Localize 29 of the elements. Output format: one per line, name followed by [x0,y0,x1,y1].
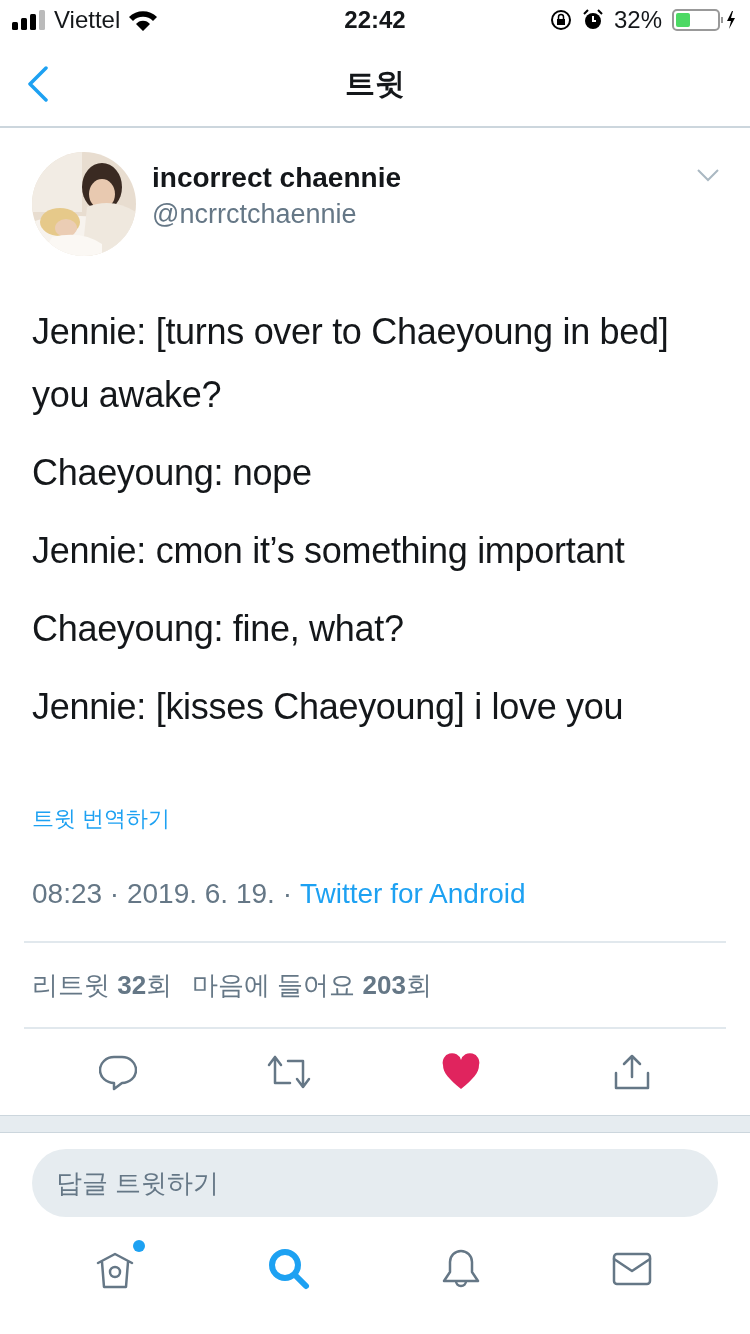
back-icon[interactable] [26,66,50,102]
source-link[interactable]: Twitter for Android [299,873,526,915]
tweet-text: Chaeyoung: nope [32,451,313,495]
wifi-icon [128,9,159,31]
heart-icon[interactable] [440,1053,481,1091]
carrier-name: Viettel [54,5,121,35]
user-handle[interactable]: @ncrrctchaennie [152,196,401,232]
signal-icon [12,10,46,30]
status-time: 22:42 [344,5,406,35]
tweet-text: Jennie: [turns over to Chaeyoung in bed] you awake? [32,310,670,417]
screen-title: 트윗 [345,65,405,102]
rotation-lock-icon [549,9,572,31]
translate-link[interactable]: 트윗 번역하기 [32,802,171,835]
retweet-icon[interactable] [266,1053,313,1091]
tweet-text: Jennie: [kisses Chaeyoung] i love you [32,685,625,729]
battery-percent: 32% [613,5,662,35]
reply-field[interactable]: 답글 트윗하기 [32,1149,718,1217]
stat-text[interactable]: 리트윗 32회 [32,965,173,1005]
tweet-text: Jennie: cmon it’s something important [32,529,626,573]
alarm-icon [581,9,604,31]
tweet-text: Chaeyoung: fine, what? [32,607,405,651]
search-icon[interactable] [267,1247,312,1291]
speech-bubble-icon[interactable] [98,1053,137,1091]
battery-icon [672,9,738,31]
share-icon[interactable] [613,1053,652,1091]
tweet-date: 08:23 · 2019. 6. 19. · [32,877,292,911]
stat-text[interactable]: 마음에 들어요 203회 [192,965,432,1005]
envelope-icon[interactable] [611,1251,654,1287]
display-name[interactable]: incorrect chaennie [152,160,401,196]
